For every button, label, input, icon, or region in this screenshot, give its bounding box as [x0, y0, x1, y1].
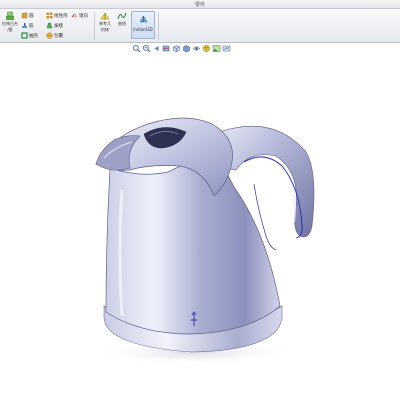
ribbon-separator	[94, 12, 95, 40]
mirror-icon	[71, 12, 78, 19]
linear-pattern-button[interactable]: 线性阵	[46, 11, 68, 20]
display-style-icon[interactable]	[182, 44, 191, 53]
view-orientation-icon[interactable]	[172, 44, 181, 53]
graphics-area[interactable]	[0, 54, 400, 400]
draft-button[interactable]: 拔模	[46, 21, 63, 30]
extrude-boss-button[interactable]: 拉伸凸台 /基	[2, 11, 18, 39]
kettle-body	[105, 149, 281, 335]
zoom-to-fit-icon[interactable]	[132, 44, 141, 53]
zoom-area-icon[interactable]	[142, 44, 151, 53]
previous-view-icon[interactable]	[152, 44, 161, 53]
window-title-bar: 零件	[0, 0, 400, 9]
kettle-model[interactable]	[0, 54, 400, 400]
extrude-boss-icon	[6, 11, 14, 20]
fillet-icon	[21, 12, 28, 19]
heads-up-view-toolbar	[130, 43, 270, 53]
window-title: 零件	[194, 2, 205, 8]
reference-geometry-icon	[100, 12, 110, 20]
wrap-icon	[46, 32, 53, 39]
instant3d-button[interactable]: Instant3D	[131, 11, 155, 39]
shell-button[interactable]: 抽壳	[21, 31, 38, 40]
section-view-icon[interactable]	[162, 44, 171, 53]
shell-icon	[21, 32, 28, 39]
hide-show-items-icon[interactable]	[192, 44, 201, 53]
rib-icon	[22, 23, 27, 28]
curves-button[interactable]: 曲线	[114, 11, 130, 39]
draft-icon	[46, 22, 53, 29]
reference-geometry-button[interactable]: 参考几 何体	[97, 11, 113, 39]
view-settings-icon[interactable]	[222, 44, 231, 53]
edit-appearance-icon[interactable]	[202, 44, 211, 53]
command-manager-ribbon: 拉伸凸台 /基 圆 筋 抽壳 线性阵 拔模 包覆 镜向 参考几 何体 曲线 In…	[0, 9, 400, 43]
mirror-button[interactable]: 镜向	[71, 11, 88, 20]
apply-scene-icon[interactable]	[212, 44, 221, 53]
fillet-button[interactable]: 圆	[21, 11, 34, 20]
instant3d-icon	[139, 15, 147, 23]
wrap-button[interactable]: 包覆	[46, 31, 63, 40]
linear-pattern-icon	[46, 12, 53, 19]
curves-icon	[117, 12, 127, 20]
rib-button[interactable]: 筋	[21, 21, 34, 30]
ribbon-separator	[158, 12, 159, 40]
